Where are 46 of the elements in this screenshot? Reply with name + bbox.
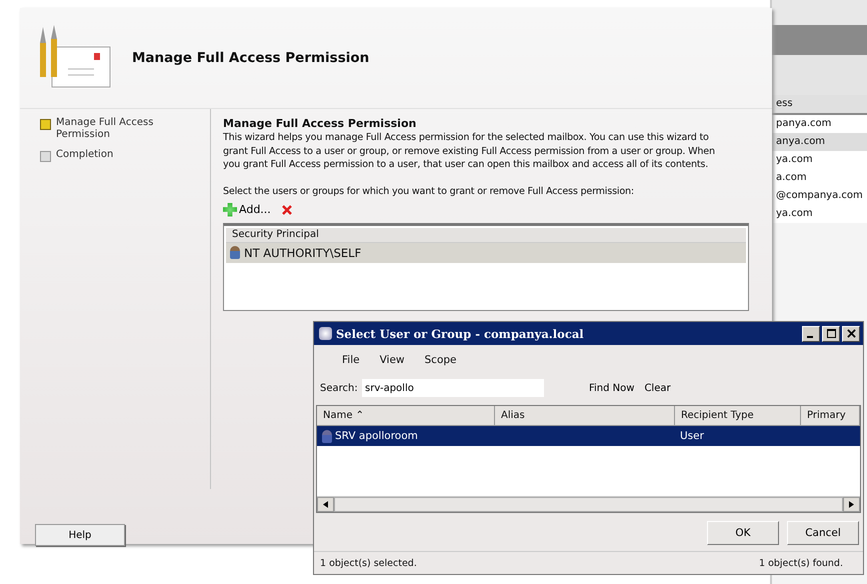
column-header[interactable]: Primary [801, 406, 860, 425]
user-icon [230, 246, 240, 259]
column-header[interactable]: Name ⌃ [317, 406, 495, 425]
email-cell: panya.com [772, 115, 867, 133]
step-label[interactable]: Manage Full Access Permission [56, 117, 171, 141]
search-label: Search: [320, 382, 359, 394]
minimize-button[interactable] [802, 326, 820, 342]
status-text: 1 object(s) selected. [320, 558, 417, 568]
result-row[interactable]: SRV apolloroom User [317, 426, 860, 446]
wizard-title: Manage Full Access Permission [132, 50, 370, 66]
clear-button[interactable]: Clear [639, 382, 676, 394]
scroll-left-icon[interactable] [323, 501, 328, 508]
scroll-right-icon[interactable] [849, 501, 854, 508]
dialog-title: Select User or Group - companya.local [336, 326, 585, 340]
email-cell: @companya.com [772, 187, 867, 205]
cancel-button[interactable]: Cancel [787, 521, 859, 545]
add-button[interactable]: Add... [223, 202, 271, 216]
close-button[interactable] [842, 326, 860, 342]
name-cell: SRV apolloroom [335, 430, 418, 442]
instruction-text: Select the users or groups for which you want to grant or remove Full Access permission: [223, 186, 635, 196]
column-header[interactable]: Security Principal [226, 228, 746, 242]
description-text: This wizard helps you manage Full Access permission for the selected mailbox. You can use this wizard to grant Full Access to a user or group, or remove existing Full Access permission from a user or group. When you grant Full Access permission to a user, that user can open this mailbox and access all of its contents. [223, 131, 716, 172]
ok-button[interactable]: OK [707, 521, 779, 545]
column-header[interactable]: Recipient Type [675, 406, 801, 425]
help-button[interactable]: Help [35, 524, 125, 546]
user-icon [322, 430, 332, 442]
email-cell: ya.com [772, 151, 867, 169]
horizontal-scrollbar[interactable] [317, 496, 860, 512]
maximize-button[interactable] [822, 326, 840, 342]
email-cell: a.com [772, 169, 867, 187]
close-icon [846, 329, 856, 338]
step-label[interactable]: Completion [56, 149, 171, 161]
menu-item[interactable]: Scope [424, 354, 456, 366]
column-header[interactable]: Alias [495, 406, 675, 425]
menu-item[interactable]: View [380, 354, 404, 366]
email-cell: ya.com [772, 205, 867, 223]
menu-item[interactable]: File [342, 354, 360, 366]
find-now-button[interactable]: Find Now [584, 382, 640, 394]
column-header[interactable]: ess [772, 95, 867, 115]
email-cell: anya.com [772, 133, 867, 151]
type-cell-text: User [679, 429, 705, 444]
search-field[interactable]: srv-apollo [362, 379, 544, 397]
status-text: 1 object(s) found. [759, 558, 843, 568]
list-row[interactable]: NT AUTHORITY\SELF [226, 242, 746, 262]
section-heading: Manage Full Access Permission [223, 117, 418, 130]
remove-button[interactable] [280, 204, 293, 216]
